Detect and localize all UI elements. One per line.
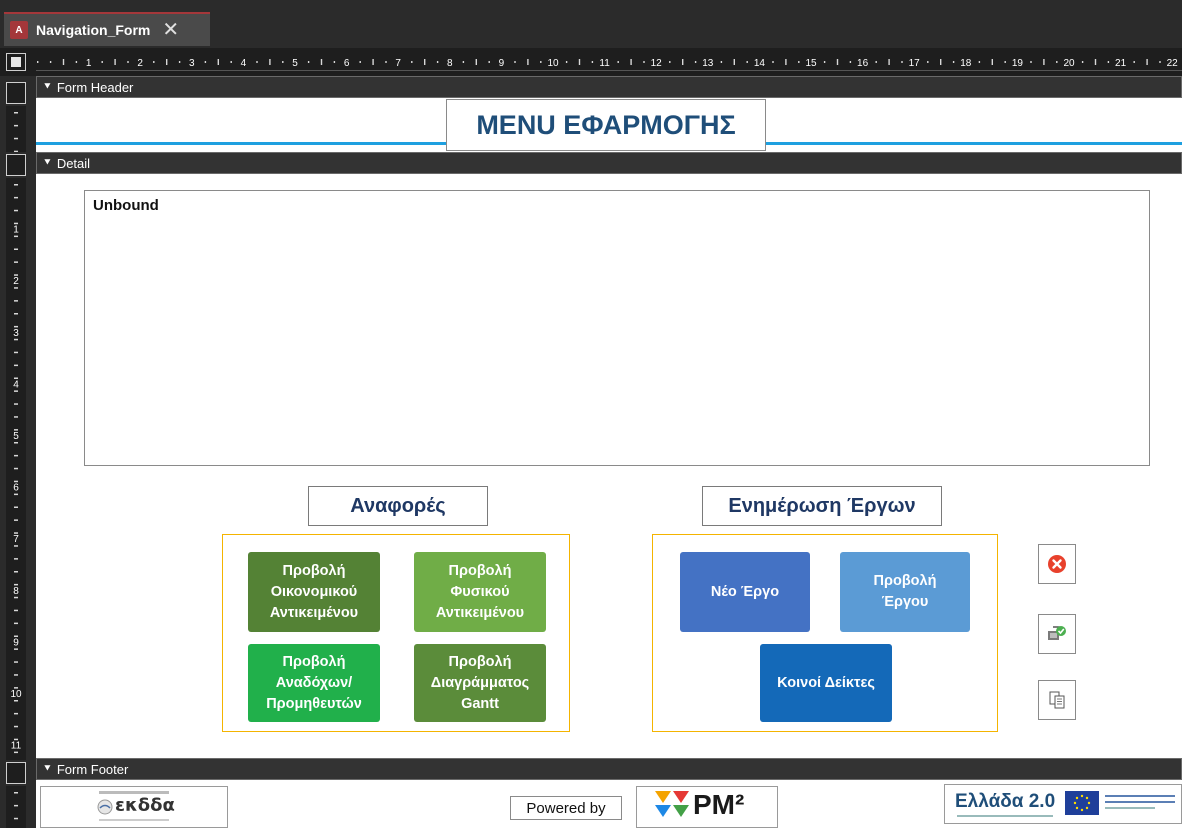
- new-project-button[interactable]: Νέο Έργο: [680, 552, 810, 632]
- copy-icon: [1049, 691, 1065, 709]
- access-form-designer: A Navigation_Form ✕ 1 2 3 4 5 6 7 8 9 10 11 12 13 14 1…: [0, 0, 1182, 828]
- ruler-label: 4: [241, 58, 247, 69]
- eu-flag-icon: [1065, 791, 1099, 815]
- form-selector-box[interactable]: [6, 53, 26, 71]
- header-section-selector[interactable]: [6, 82, 26, 104]
- vertical-ruler-label: 7: [13, 534, 19, 545]
- form-header-section: MENU ΕΦΑΡΜΟΓΗΣ: [36, 98, 1182, 152]
- vertical-ruler-header: [6, 106, 26, 152]
- project-updates-label: Ενημέρωση Έργων: [702, 486, 942, 526]
- view-physical-object-button[interactable]: Προβολή Φυσικού Αντικειμένου: [414, 552, 546, 632]
- vertical-ruler-label: 5: [13, 431, 19, 442]
- ruler-label: 13: [702, 58, 714, 69]
- ruler-label: 14: [754, 58, 766, 69]
- subform-label: Unbound: [93, 197, 159, 214]
- vertical-ruler-label: 6: [13, 483, 19, 494]
- vertical-ruler-label: 8: [13, 586, 19, 597]
- pm2-mark-icon: [655, 791, 689, 817]
- view-financial-object-button[interactable]: Προβολή Οικονομικού Αντικειμένου: [248, 552, 380, 632]
- horizontal-ruler[interactable]: 1 2 3 4 5 6 7 8 9 10 11 12 13 14 15 16 17 18 19 20 21 22: [36, 53, 1182, 71]
- eu-text-line-1: [1105, 795, 1175, 797]
- ruler-label: 5: [292, 58, 298, 69]
- close-circle-icon: [1048, 555, 1066, 573]
- view-contractors-suppliers-button[interactable]: Προβολή Αναδόχων/ Προμηθευτών: [248, 644, 380, 722]
- ruler-label: 6: [344, 58, 350, 69]
- detail-section: Unbound Αναφορές Ενημέρωση Έργων Προβολή…: [36, 174, 1182, 758]
- logo-subtext-line: [957, 815, 1053, 817]
- vertical-ruler-label: 1: [13, 225, 19, 236]
- ruler-label: 7: [395, 58, 401, 69]
- section-arrow-icon: ⯆: [43, 762, 52, 775]
- pm2-logo-text: PM²: [693, 789, 745, 820]
- form-footer-bar[interactable]: ⯆ Form Footer: [36, 758, 1182, 780]
- vertical-ruler-label: 2: [13, 276, 19, 287]
- detail-label: Detail: [56, 155, 91, 171]
- ruler-label: 1: [86, 58, 92, 69]
- page-title[interactable]: MENU ΕΦΑΡΜΟΓΗΣ: [446, 99, 766, 151]
- vertical-ruler-label: 4: [13, 379, 19, 390]
- ruler-label: 19: [1012, 58, 1024, 69]
- detail-section-selector[interactable]: [6, 154, 26, 176]
- form-header-bar[interactable]: ⯆ Form Header: [36, 76, 1182, 98]
- vertical-ruler-label: 10: [10, 689, 22, 700]
- ekdda-logo-text: εκδδα: [115, 795, 175, 816]
- ruler-label: 22: [1167, 58, 1179, 69]
- document-tab-strip: A Navigation_Form ✕: [0, 0, 1182, 48]
- form-footer-label: Form Footer: [56, 761, 129, 777]
- logo-top-text-line: [99, 791, 169, 794]
- view-gantt-chart-button[interactable]: Προβολή Διαγράμματος Gantt: [414, 644, 546, 722]
- ruler-label: 2: [137, 58, 143, 69]
- form-header-label: Form Header: [56, 79, 134, 95]
- vertical-ruler-footer: [6, 786, 26, 828]
- vertical-ruler-label: 9: [13, 637, 19, 648]
- close-icon[interactable]: ✕: [162, 20, 179, 40]
- access-app-icon: A: [10, 21, 28, 39]
- eu-text-line-2: [1105, 801, 1175, 803]
- reports-label: Αναφορές: [308, 486, 488, 526]
- ruler-label: 20: [1063, 58, 1075, 69]
- common-indicators-button[interactable]: Κοινοί Δείκτες: [760, 644, 892, 722]
- transfer-check-icon: [1048, 626, 1066, 640]
- vertical-ruler-label: 11: [11, 741, 22, 752]
- vertical-ruler-column: 1 2 3 4 5 6 7 8 9 10 11: [0, 76, 36, 828]
- pm2-logo: PM²: [636, 786, 778, 828]
- section-arrow-icon: ⯆: [43, 156, 52, 169]
- ruler-label: 12: [651, 58, 663, 69]
- vertical-ruler-label: 3: [13, 328, 19, 339]
- transfer-data-button[interactable]: [1038, 614, 1076, 654]
- eu-text-line-3: [1105, 807, 1155, 809]
- ruler-label: 18: [960, 58, 972, 69]
- ruler-label: 10: [547, 58, 559, 69]
- ruler-label: 11: [599, 58, 610, 69]
- greece-2-0-text: Ελλάδα 2.0: [955, 791, 1056, 812]
- powered-by-label: Powered by: [510, 796, 622, 820]
- greece-2-0-logo: Ελλάδα 2.0: [944, 784, 1182, 824]
- ekdda-logo: εκδδα: [40, 786, 228, 828]
- detail-bar[interactable]: ⯆ Detail: [36, 152, 1182, 174]
- ruler-label: 17: [909, 58, 921, 69]
- ruler-label: 9: [499, 58, 505, 69]
- vertical-ruler-detail: 1 2 3 4 5 6 7 8 9 10 11: [6, 178, 26, 760]
- navigation-subform[interactable]: Unbound: [84, 190, 1150, 466]
- ruler-label: 16: [857, 58, 869, 69]
- ruler-label: 8: [447, 58, 453, 69]
- tab-navigation-form[interactable]: A Navigation_Form ✕: [4, 12, 210, 46]
- ruler-label: 15: [805, 58, 817, 69]
- logo-bottom-text-line: [99, 819, 169, 821]
- close-form-button[interactable]: [1038, 544, 1076, 584]
- ruler-label: 3: [189, 58, 195, 69]
- ekdda-emblem-icon: [97, 799, 113, 815]
- ruler-label: 21: [1115, 58, 1127, 69]
- form-footer-section: εκδδα Powered by PM² Ελλάδα 2.0: [36, 780, 1182, 828]
- section-arrow-icon: ⯆: [43, 80, 52, 93]
- footer-section-selector[interactable]: [6, 762, 26, 784]
- copy-button[interactable]: [1038, 680, 1076, 720]
- tab-title: Navigation_Form: [36, 22, 151, 38]
- view-project-button[interactable]: Προβολή Έργου: [840, 552, 970, 632]
